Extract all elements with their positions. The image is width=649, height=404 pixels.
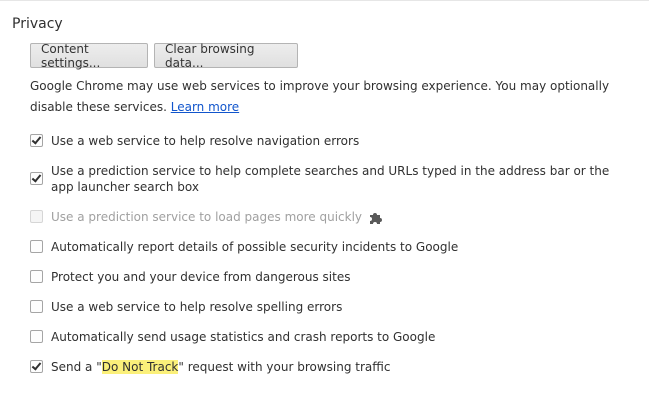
checkbox-preload-pages xyxy=(30,210,43,223)
clear-browsing-data-button[interactable]: Clear browsing data... xyxy=(154,42,298,70)
checkbox-prediction-search[interactable] xyxy=(30,172,43,185)
option-navigation-errors[interactable]: Use a web service to help resolve naviga… xyxy=(30,133,611,149)
option-usage-statistics[interactable]: Automatically send usage statistics and … xyxy=(30,329,611,345)
option-label: Send a "Do Not Track" request with your … xyxy=(51,359,611,375)
option-preload-pages: Use a prediction service to load pages m… xyxy=(30,209,384,225)
option-label: Automatically report details of possible… xyxy=(51,240,459,254)
learn-more-link[interactable]: Learn more xyxy=(171,100,239,114)
option-prediction-search[interactable]: Use a prediction service to help complet… xyxy=(30,163,611,195)
checkbox-navigation-errors[interactable] xyxy=(30,134,43,147)
checkbox-security-incidents[interactable] xyxy=(30,240,43,253)
option-do-not-track[interactable]: Send a "Do Not Track" request with your … xyxy=(30,359,611,375)
option-label-suffix: " request with your browsing traffic xyxy=(178,360,391,374)
option-label-prefix: Send a " xyxy=(51,360,102,374)
option-label: Use a web service to help resolve naviga… xyxy=(51,134,360,148)
checkbox-dangerous-sites[interactable] xyxy=(30,270,43,283)
option-dangerous-sites[interactable]: Protect you and your device from dangero… xyxy=(30,269,611,285)
content-settings-button[interactable]: Content settings... xyxy=(30,42,148,70)
option-label: Use a prediction service to help complet… xyxy=(51,164,610,194)
privacy-description-text: Google Chrome may use web services to im… xyxy=(30,79,610,114)
privacy-settings-panel: Privacy Content settings... Clear browsi… xyxy=(0,0,649,404)
option-label: Protect you and your device from dangero… xyxy=(51,270,351,284)
option-label: Automatically send usage statistics and … xyxy=(51,330,436,344)
checkbox-do-not-track[interactable] xyxy=(30,360,43,373)
do-not-track-highlight: Do Not Track xyxy=(101,360,179,374)
option-spelling-errors[interactable]: Use a web service to help resolve spelli… xyxy=(30,299,611,315)
option-label: Use a prediction service to load pages m… xyxy=(51,210,363,224)
section-title: Privacy xyxy=(12,16,63,32)
privacy-button-row: Content settings... Clear browsing data.… xyxy=(30,42,298,70)
option-security-incidents[interactable]: Automatically report details of possible… xyxy=(30,239,611,255)
option-label: Use a web service to help resolve spelli… xyxy=(51,300,343,314)
section-divider xyxy=(0,0,649,1)
checkbox-spelling-errors[interactable] xyxy=(30,300,43,313)
checkbox-usage-statistics[interactable] xyxy=(30,330,43,343)
privacy-description: Google Chrome may use web services to im… xyxy=(30,76,630,118)
puzzle-piece-icon[interactable] xyxy=(368,209,384,225)
